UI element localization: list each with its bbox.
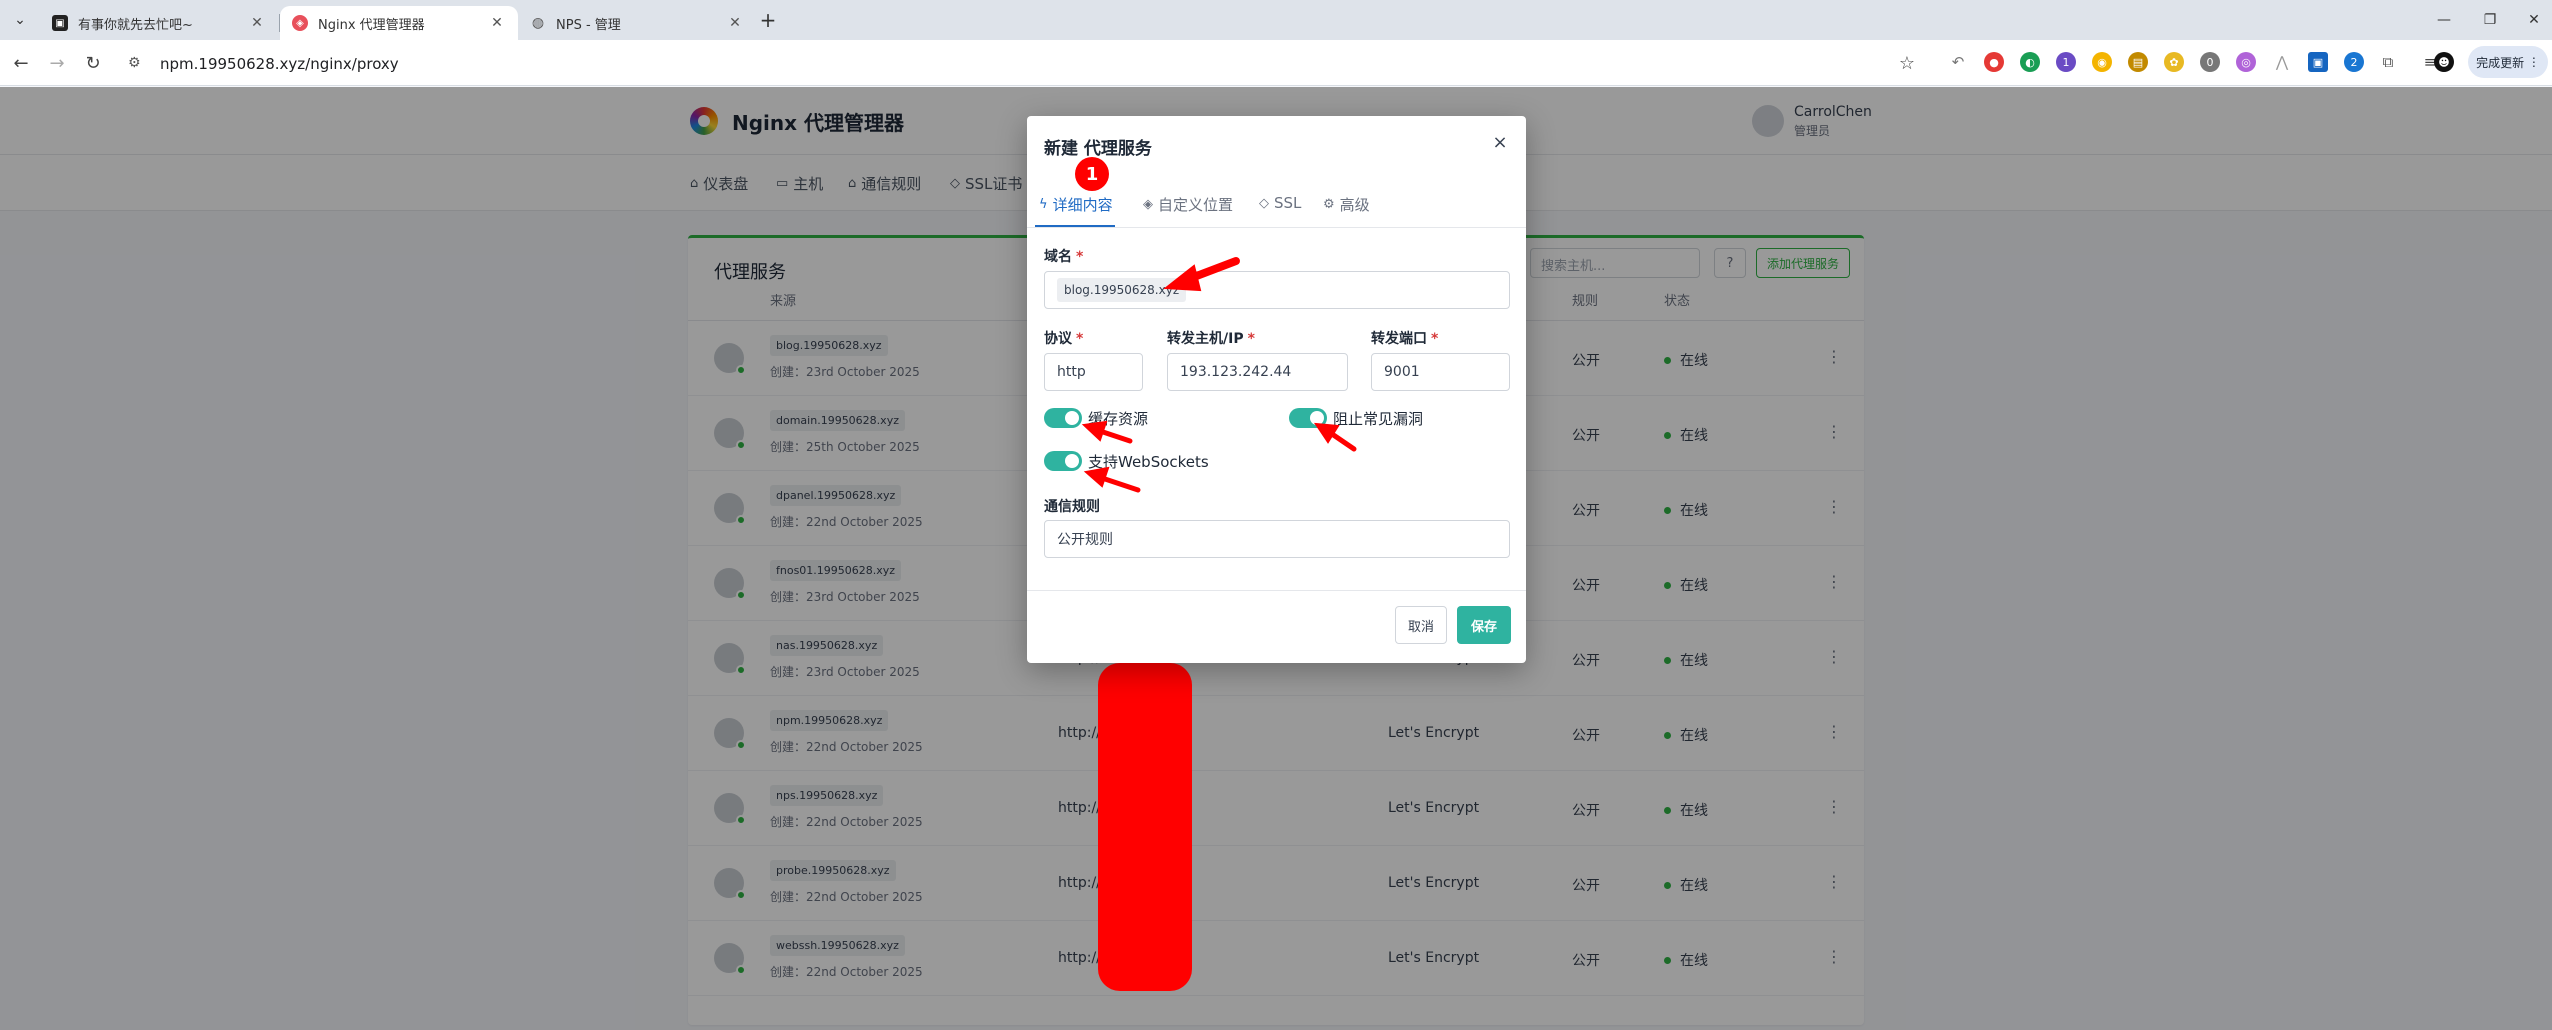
- close-icon[interactable]: ×: [1489, 132, 1511, 153]
- required-mark: *: [1076, 249, 1084, 265]
- window-close-icon[interactable]: ✕: [2520, 6, 2548, 34]
- access-list-select[interactable]: 公开规则: [1044, 520, 1510, 558]
- tab-details[interactable]: ϟ 详细内容: [1039, 194, 1113, 215]
- save-button[interactable]: 保存: [1457, 606, 1511, 644]
- extension-badge: 2: [2350, 55, 2358, 69]
- npm-favicon-icon: ◈: [292, 15, 308, 31]
- back-arrow-icon[interactable]: ←: [8, 50, 34, 76]
- address-bar[interactable]: ⚙ npm.19950628.xyz/nginx/proxy: [128, 50, 1928, 78]
- extension-badge: 0: [2206, 55, 2214, 69]
- block-exploits-toggle[interactable]: [1289, 408, 1327, 428]
- finish-update-label: 完成更新: [2476, 55, 2525, 70]
- scheme-label: 协议 *: [1044, 328, 1083, 348]
- shield-icon: ◇: [1259, 195, 1269, 211]
- websockets-toggle[interactable]: [1044, 451, 1082, 471]
- layers-icon: ◈: [1143, 197, 1153, 212]
- gear-icon: ⚙: [1323, 197, 1335, 212]
- tab-label: 高级: [1339, 196, 1370, 214]
- browser-tab-3[interactable]: ◍ NPS - 管理 ✕: [518, 6, 756, 40]
- reload-icon[interactable]: ↻: [80, 50, 106, 76]
- check-extension-icon[interactable]: 2: [2344, 52, 2364, 72]
- close-tab-icon[interactable]: ✕: [248, 15, 266, 31]
- site-favicon-icon: ▣: [52, 15, 68, 31]
- tab-search-chevron-icon[interactable]: ⌄: [8, 8, 32, 32]
- forward-port-label: 转发端口 *: [1371, 328, 1438, 348]
- block-exploits-label: 阻止常见漏洞: [1333, 410, 1424, 428]
- home-extension-icon[interactable]: 0: [2200, 52, 2220, 72]
- tab-ssl[interactable]: ◇ SSL: [1259, 194, 1301, 212]
- minimize-icon[interactable]: —: [2430, 6, 2458, 34]
- undo-extension-icon[interactable]: ↶: [1948, 52, 1968, 72]
- tab-title: 有事你就先去忙吧~: [78, 17, 193, 33]
- blue-square-extension-icon[interactable]: ▣: [2308, 52, 2328, 72]
- dialog-title: 新建 代理服务: [1044, 139, 1152, 159]
- close-tab-icon[interactable]: ✕: [488, 15, 506, 31]
- tab-label: 自定义位置: [1158, 196, 1234, 214]
- forward-host-input[interactable]: 193.123.242.44: [1167, 353, 1348, 391]
- browser-tab-strip: ⌄ ▣ 有事你就先去忙吧~ ✕ ◈ Nginx 代理管理器 ✕ ◍ NPS - …: [0, 0, 2552, 40]
- label-text: 转发端口: [1371, 331, 1427, 347]
- required-mark: *: [1431, 331, 1439, 347]
- url-text: npm.19950628.xyz/nginx/proxy: [160, 55, 399, 73]
- forward-host-label: 转发主机/IP *: [1167, 328, 1255, 348]
- access-list-label: 通信规则: [1044, 499, 1100, 515]
- extension-badge: 1: [2062, 55, 2070, 69]
- forward-arrow-icon[interactable]: →: [44, 50, 70, 76]
- globe-icon: ◍: [531, 15, 545, 31]
- bolt-icon: ϟ: [1039, 197, 1048, 212]
- step-number-badge: 1: [1075, 157, 1109, 191]
- forward-port-input[interactable]: 9001: [1371, 353, 1510, 391]
- tab-title: NPS - 管理: [556, 17, 621, 33]
- purple-extension-icon[interactable]: 1: [2056, 52, 2076, 72]
- cache-assets-label: 缓存资源: [1088, 410, 1149, 428]
- domain-chip[interactable]: blog.19950628.xyz: [1057, 278, 1187, 302]
- label-text: 协议: [1044, 331, 1072, 347]
- profile-avatar-icon[interactable]: ☻: [2434, 52, 2454, 72]
- tab-advanced[interactable]: ⚙ 高级: [1323, 194, 1370, 215]
- puzzle-extensions-icon[interactable]: ⧉: [2378, 52, 2398, 72]
- label-text: 域名: [1044, 249, 1072, 265]
- required-mark: *: [1076, 331, 1084, 347]
- cancel-button[interactable]: 取消: [1395, 606, 1447, 644]
- site-info-icon[interactable]: ⚙: [128, 55, 146, 73]
- label-text: 转发主机/IP: [1167, 331, 1244, 347]
- bookmark-star-icon[interactable]: ☆: [1894, 50, 1920, 76]
- websockets-label: 支持WebSockets: [1088, 453, 1209, 471]
- tab-custom-locations[interactable]: ◈ 自定义位置: [1143, 194, 1233, 215]
- redaction-block: [1098, 663, 1192, 991]
- folder-extension-icon[interactable]: ▤: [2128, 52, 2148, 72]
- new-proxy-host-dialog: 新建 代理服务 × ϟ 详细内容 ◈ 自定义位置 ◇ SSL ⚙ 高级 域名 * …: [1027, 116, 1526, 663]
- close-tab-icon[interactable]: ✕: [726, 15, 744, 31]
- domain-names-input[interactable]: blog.19950628.xyz: [1044, 271, 1510, 309]
- finish-update-button[interactable]: 完成更新 ⋮: [2468, 46, 2548, 78]
- a-extension-icon[interactable]: ⋀: [2272, 52, 2292, 72]
- scheme-select[interactable]: http: [1044, 353, 1143, 391]
- swirl-extension-icon[interactable]: ◎: [2236, 52, 2256, 72]
- browser-tab-1[interactable]: ▣ 有事你就先去忙吧~ ✕: [40, 6, 278, 40]
- restore-icon[interactable]: ❐: [2476, 6, 2504, 34]
- tab-label: SSL: [1274, 194, 1302, 212]
- gear-extension-icon[interactable]: ✿: [2164, 52, 2184, 72]
- tab-title: Nginx 代理管理器: [318, 17, 425, 33]
- tab-label: 详细内容: [1052, 196, 1113, 214]
- chrome-colorful-extension-icon[interactable]: ◉: [2092, 52, 2112, 72]
- new-tab-plus-icon[interactable]: +: [756, 8, 780, 32]
- browser-tab-2[interactable]: ◈ Nginx 代理管理器 ✕: [280, 6, 518, 40]
- red-extension-icon[interactable]: ●: [1984, 52, 2004, 72]
- required-mark: *: [1247, 331, 1255, 347]
- active-tab-indicator: [1035, 225, 1115, 227]
- domain-names-label: 域名 *: [1044, 246, 1083, 266]
- green-extension-icon[interactable]: ◐: [2020, 52, 2040, 72]
- dialog-footer-divider: [1027, 590, 1526, 591]
- cache-assets-toggle[interactable]: [1044, 408, 1082, 428]
